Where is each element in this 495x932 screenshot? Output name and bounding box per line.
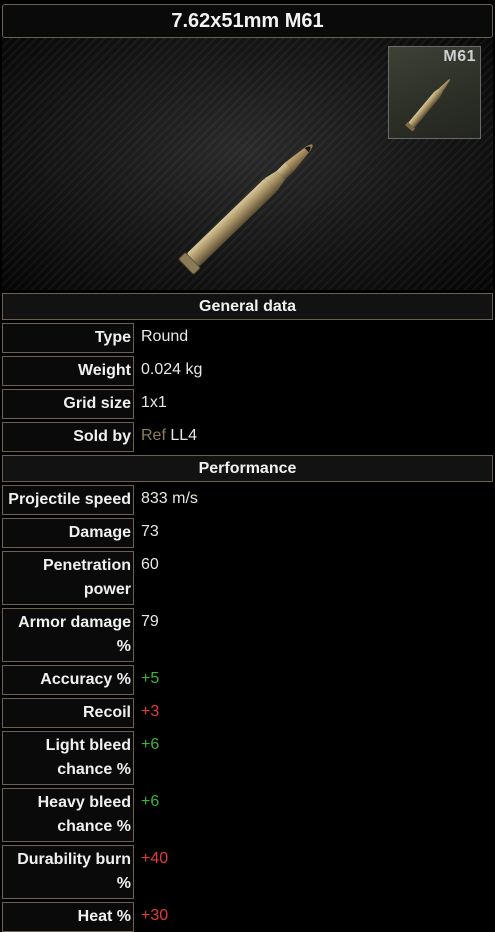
row-projectile-speed: Projectile speed 833 m/s — [2, 485, 493, 515]
row-grid-size: Grid size 1x1 — [2, 389, 493, 419]
item-title: 7.62x51mm M61 — [2, 4, 493, 38]
durability-burn-label: Durability burn % — [2, 845, 134, 899]
heavy-bleed-label: Heavy bleed chance % — [2, 788, 134, 842]
armor-damage-label: Armor damage % — [2, 608, 134, 662]
damage-value: 73 — [141, 523, 159, 540]
damage-label: Damage — [2, 518, 134, 548]
weight-value: 0.024 kg — [141, 361, 203, 378]
sold-by-value: Ref LL4 — [134, 422, 493, 452]
light-bleed-value: +6 — [141, 736, 160, 753]
heavy-bleed-value: +6 — [141, 793, 160, 810]
heat-label: Heat % — [2, 902, 134, 932]
row-armor-damage: Armor damage % 79 — [2, 608, 493, 662]
item-icon-tile: M61 — [388, 46, 481, 139]
icon-short-name: M61 — [443, 48, 476, 65]
row-heavy-bleed: Heavy bleed chance % +6 — [2, 788, 493, 842]
bullet-icon — [404, 79, 451, 132]
heat-value: +30 — [141, 907, 169, 924]
durability-burn-value: +40 — [141, 850, 169, 867]
row-type: Type Round — [2, 323, 493, 353]
row-recoil: Recoil +3 — [2, 698, 493, 728]
type-label: Type — [2, 323, 134, 353]
penetration-power-value: 60 — [141, 556, 159, 573]
type-value: Round — [141, 328, 189, 345]
armor-damage-value: 79 — [141, 613, 159, 630]
penetration-power-label: Penetration power — [2, 551, 134, 605]
section-general-data: General data — [2, 293, 493, 320]
sold-by-label: Sold by — [2, 422, 134, 452]
recoil-value: +3 — [141, 703, 160, 720]
row-light-bleed: Light bleed chance % +6 — [2, 731, 493, 785]
projectile-speed-value: 833 m/s — [141, 490, 198, 507]
row-durability-burn: Durability burn % +40 — [2, 845, 493, 899]
recoil-label: Recoil — [2, 698, 134, 728]
row-sold-by: Sold by Ref LL4 — [2, 422, 493, 452]
item-infobox: 7.62x51mm M61 M61 General data Type Roun… — [2, 4, 493, 932]
accuracy-label: Accuracy % — [2, 665, 134, 695]
item-image-area: M61 — [2, 38, 493, 290]
trader-link-ref[interactable]: Ref — [141, 427, 166, 444]
grid-size-value: 1x1 — [141, 394, 167, 411]
grid-size-label: Grid size — [2, 389, 134, 419]
light-bleed-label: Light bleed chance % — [2, 731, 134, 785]
section-performance: Performance — [2, 455, 493, 482]
projectile-speed-label: Projectile speed — [2, 485, 134, 515]
row-weight: Weight 0.024 kg — [2, 356, 493, 386]
row-accuracy: Accuracy % +5 — [2, 665, 493, 695]
row-penetration-power: Penetration power 60 — [2, 551, 493, 605]
row-damage: Damage 73 — [2, 518, 493, 548]
trader-loyalty-level: LL4 — [170, 427, 198, 444]
weight-label: Weight — [2, 356, 134, 386]
bullet-image — [178, 144, 313, 275]
row-heat: Heat % +30 — [2, 902, 493, 932]
accuracy-value: +5 — [141, 670, 160, 687]
